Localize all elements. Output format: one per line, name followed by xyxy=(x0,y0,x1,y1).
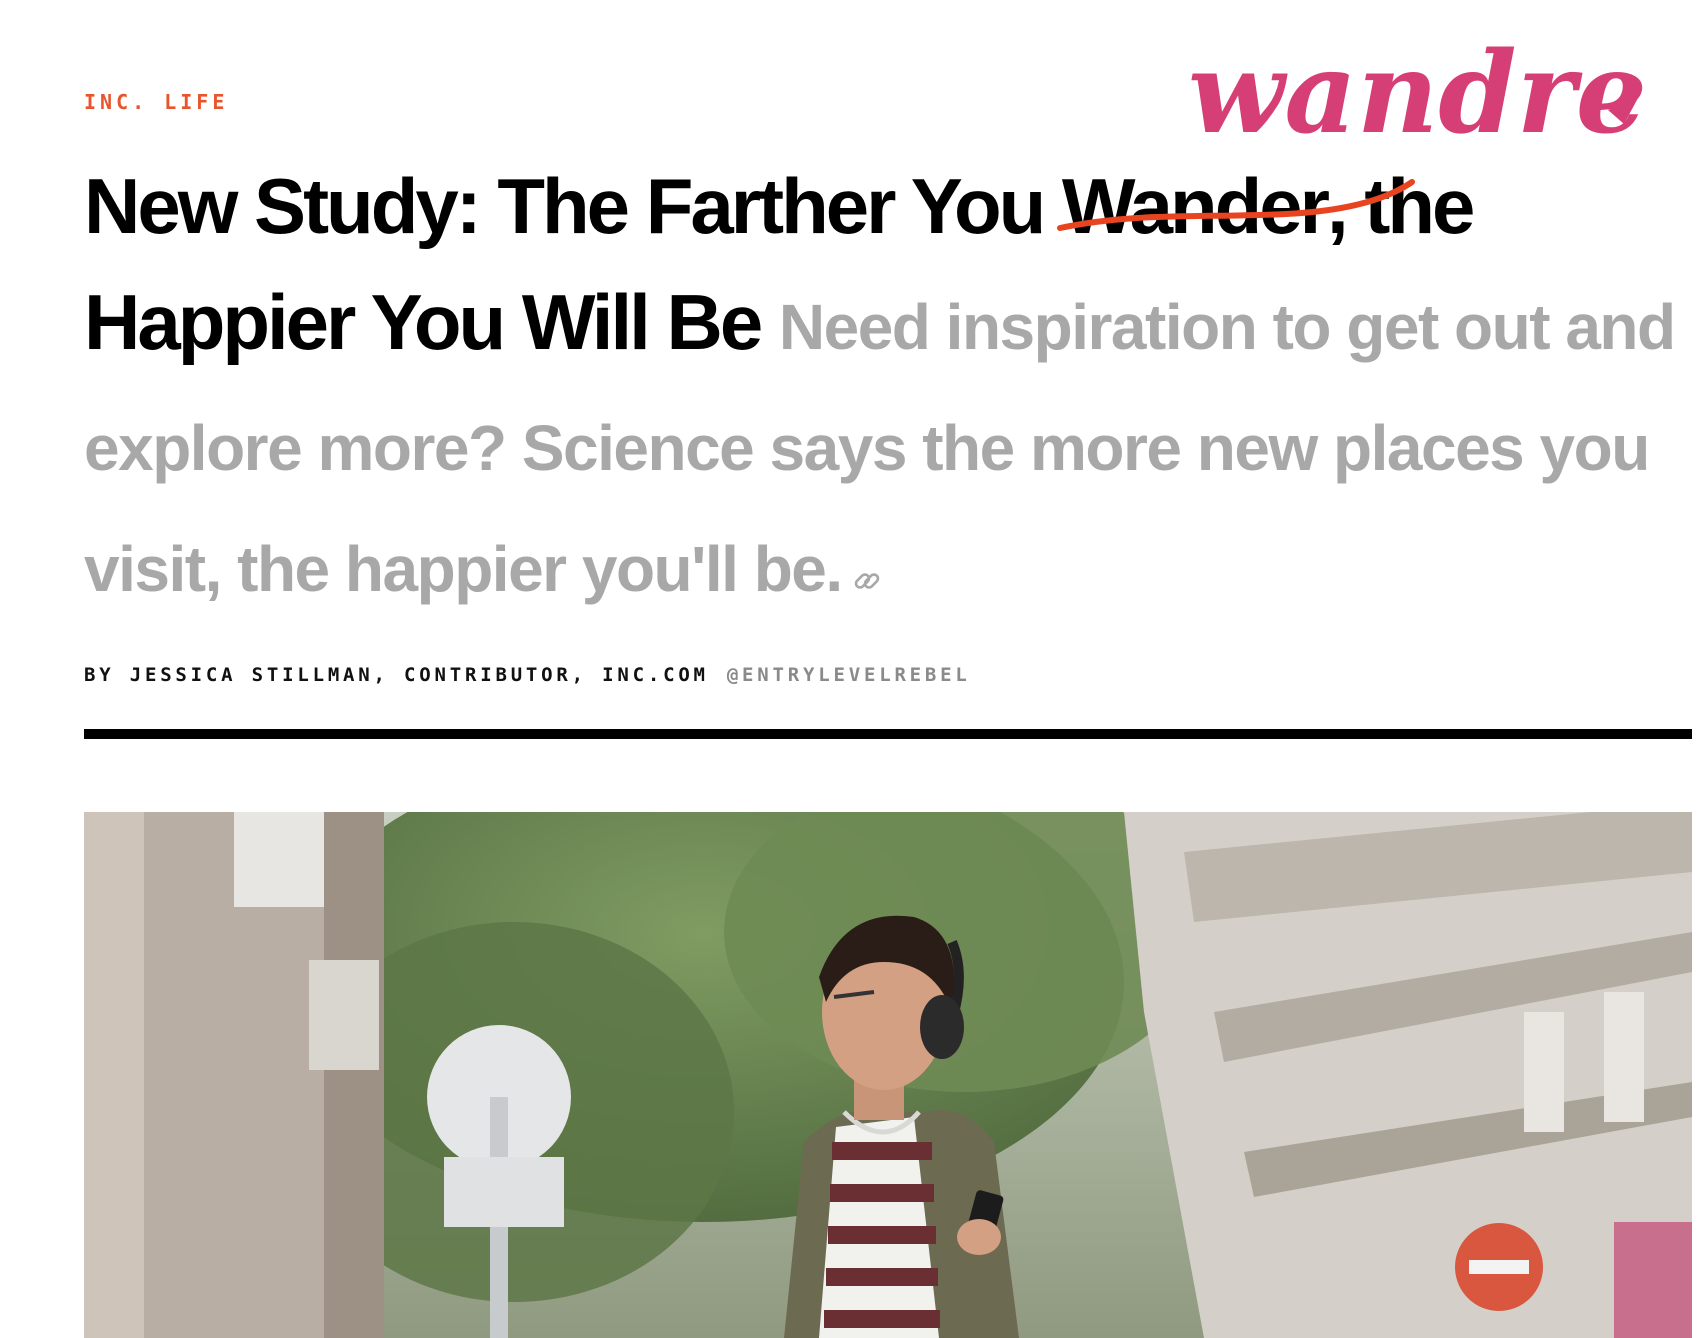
byline: BY JESSICA STILLMAN, CONTRIBUTOR, INC.CO… xyxy=(84,664,971,686)
link-icon[interactable] xyxy=(852,516,882,632)
wandrer-word: wandrer xyxy=(1188,32,1648,159)
hero-photo-illustration xyxy=(84,812,1692,1338)
byline-author[interactable]: BY JESSICA STILLMAN, CONTRIBUTOR, INC.CO… xyxy=(84,664,709,686)
headline-block: New Study: The Farther You Wander, the H… xyxy=(84,148,1684,632)
struck-word: Wander xyxy=(1056,148,1415,264)
twitter-handle[interactable]: @ENTRYLEVELREBEL xyxy=(727,664,971,686)
hero-image xyxy=(84,812,1692,1338)
section-label[interactable]: INC. LIFE xyxy=(84,90,228,114)
wandrer-handwritten-annotation: wandrer xyxy=(1188,32,1648,159)
struck-word-text: Wander xyxy=(1061,162,1330,250)
headline-part1: New Study: The Farther You xyxy=(84,162,1062,250)
divider-rule xyxy=(84,729,1692,739)
